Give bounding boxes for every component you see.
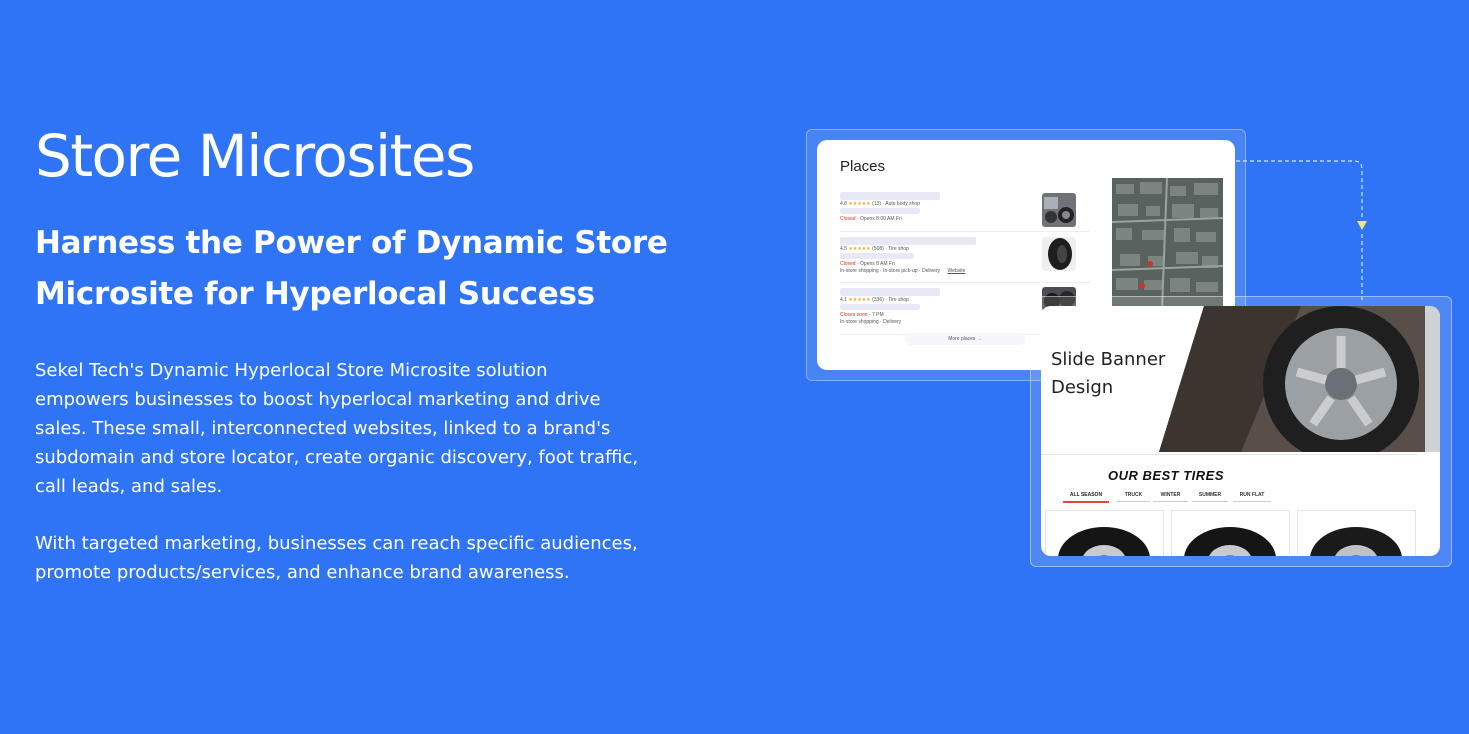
banner-divider — [1041, 454, 1417, 455]
tire-product-card[interactable] — [1045, 510, 1164, 556]
tire-category-tabs: ALL SEASON TRUCK WINTER SUMMER RUN FLAT — [1063, 492, 1285, 506]
satellite-map[interactable] — [1112, 178, 1223, 310]
tire-image — [1310, 527, 1402, 556]
place-thumbnail[interactable] — [1042, 193, 1076, 227]
place-status: Closed · Opens 8:00 AM Fri — [840, 216, 902, 222]
place-services: In-store shopping · In-store pick-up · D… — [840, 268, 966, 274]
place-thumbnail[interactable] — [1042, 237, 1076, 271]
page-title: Store Microsites — [35, 122, 475, 190]
tire-product-card[interactable] — [1171, 510, 1290, 556]
description-paragraph-2: With targeted marketing, businesses can … — [35, 533, 638, 583]
rating-stars-icon: ★★★★★ — [848, 297, 871, 303]
banner-title: Slide Banner Design — [1051, 349, 1166, 398]
place-rating: 4.1 ★★★★★ (336) · Tire shop — [840, 297, 909, 303]
row-divider — [840, 282, 1090, 283]
place-rating: 4.5 ★★★★★ (508) · Tire shop — [840, 246, 909, 252]
tab-truck[interactable]: TRUCK — [1117, 492, 1150, 502]
place-name-placeholder — [840, 288, 940, 296]
places-title: Places — [840, 158, 886, 175]
page-subtitle: Harness the Power of Dynamic Store Micro… — [35, 225, 668, 312]
tire-image — [1058, 527, 1150, 556]
row-divider — [840, 231, 1090, 232]
rating-stars-icon: ★★★★★ — [848, 201, 871, 207]
description-paragraph-1: Sekel Tech's Dynamic Hyperlocal Store Mi… — [35, 360, 639, 497]
place-name-placeholder — [840, 237, 976, 245]
place-rating: 4.8 ★★★★★ (13) · Auto body shop — [840, 201, 920, 207]
connector-arrow-icon — [1236, 160, 1367, 300]
tab-all-season[interactable]: ALL SEASON — [1063, 492, 1109, 503]
place-services: In-store shopping · Delivery — [840, 319, 902, 325]
banner-card: Slide Banner Design OUR BEST TIRES ALL S… — [1041, 306, 1440, 556]
tire-product-card[interactable] — [1297, 510, 1416, 556]
address-placeholder — [840, 304, 920, 310]
more-places-button[interactable]: More places → — [905, 333, 1025, 345]
best-tires-heading: OUR BEST TIRES — [1107, 468, 1225, 483]
place-status: Closed · Opens 8 AM Fri — [840, 261, 895, 267]
tab-summer[interactable]: SUMMER — [1192, 492, 1228, 502]
rating-stars-icon: ★★★★★ — [848, 246, 871, 252]
website-link[interactable]: Website — [947, 268, 965, 274]
tab-winter[interactable]: WINTER — [1153, 492, 1188, 502]
address-placeholder — [840, 208, 920, 214]
tab-run-flat[interactable]: RUN FLAT — [1233, 492, 1271, 502]
tire-image — [1184, 527, 1276, 556]
place-status: Closes soon · 7 PM — [840, 312, 884, 318]
place-name-placeholder — [840, 192, 940, 200]
address-placeholder — [840, 253, 914, 259]
